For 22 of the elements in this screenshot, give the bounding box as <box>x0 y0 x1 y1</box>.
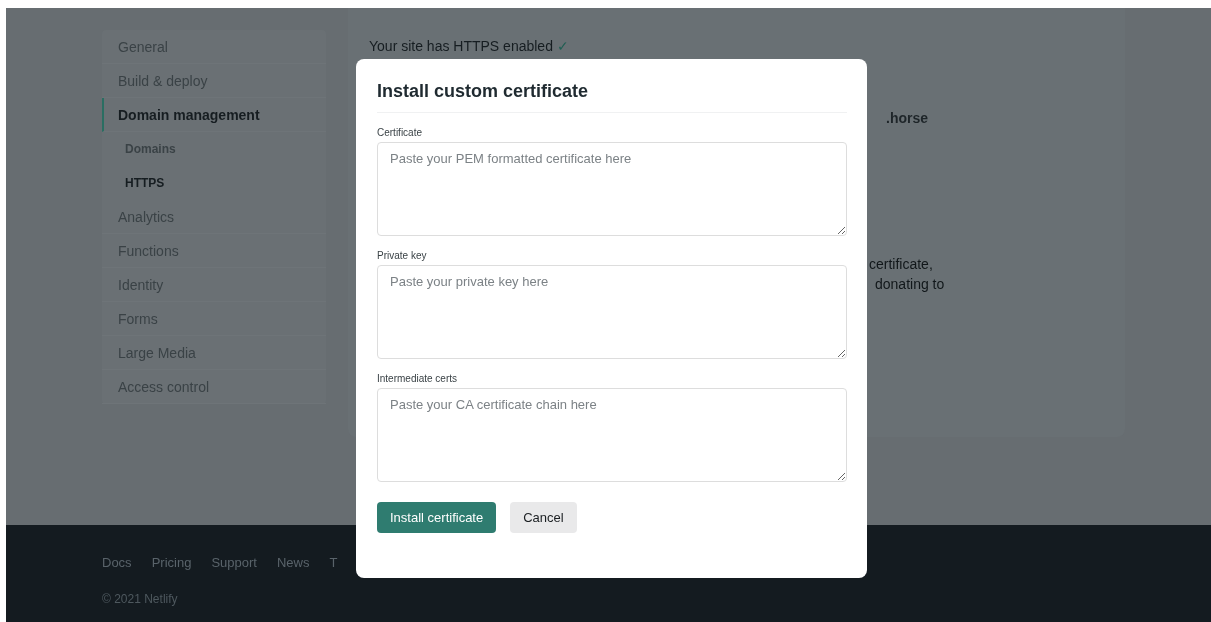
text-area[interactable]: Paste your private key here <box>377 265 847 359</box>
https-status-text: Your site has HTTPS enabled <box>369 38 553 54</box>
dialog-title: Install custom certificate <box>377 81 847 113</box>
sidebar-subitem[interactable]: HTTPS <box>102 166 326 200</box>
footer-link[interactable]: Docs <box>102 555 132 570</box>
body-text: donating to <box>875 276 946 292</box>
copyright-text: © 2021 Netlify <box>102 592 179 606</box>
field-label: Certificate <box>377 127 423 138</box>
text-area[interactable]: Paste your CA certificate chain here <box>377 388 847 482</box>
check-icon: ✓ <box>556 38 569 54</box>
cancel-button[interactable]: Cancel <box>510 502 577 533</box>
text-area[interactable]: Paste your PEM formatted certificate here <box>377 142 847 236</box>
field-label: Private key <box>377 250 428 261</box>
sidebar-item[interactable]: Domain management <box>102 98 326 132</box>
footer-link[interactable]: News <box>276 555 310 570</box>
body-text: .horse <box>886 110 929 126</box>
footer-link[interactable]: Pricing <box>151 555 192 570</box>
body-text: certificate, <box>869 256 934 272</box>
field-label: Intermediate certs <box>377 373 459 384</box>
footer-link[interactable]: T <box>329 555 338 570</box>
footer-link[interactable]: Support <box>211 555 257 570</box>
install-button[interactable]: Install certificate <box>377 502 497 533</box>
